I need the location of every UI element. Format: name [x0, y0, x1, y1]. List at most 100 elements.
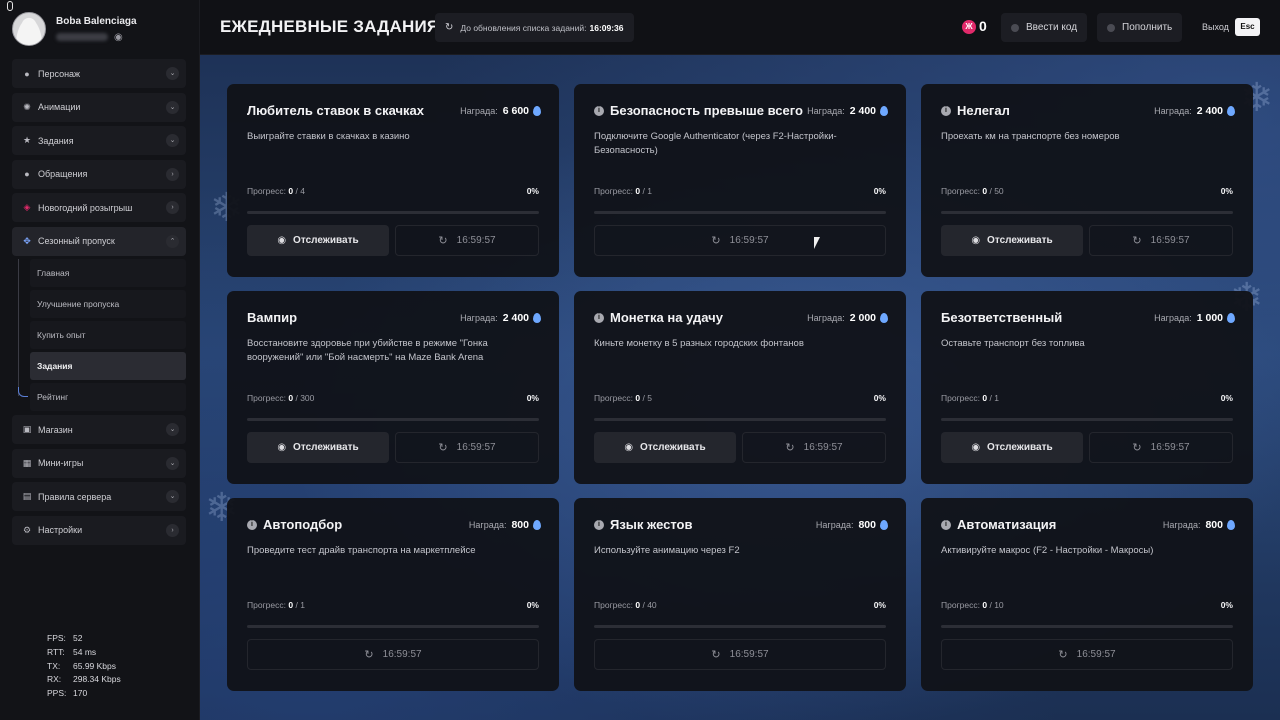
profile: Boba Balenciaga ◉ [12, 12, 137, 46]
submenu-line [18, 259, 19, 396]
eye-icon: ◉ [971, 442, 981, 453]
task-description: Подключите Google Authenticator (через F… [594, 131, 837, 156]
track-button[interactable]: ◉ Отслеживать [247, 432, 389, 463]
top-up-button[interactable]: Пополнить [1097, 13, 1183, 42]
submenu-item-main[interactable]: Главная [30, 259, 186, 287]
track-label: Отслеживать [640, 442, 706, 453]
gear-icon: ⚙ [22, 524, 32, 535]
enter-code-button[interactable]: Ввести код [1001, 13, 1088, 42]
submenu-item-tasks[interactable]: Задания [30, 352, 186, 380]
progress-total: / 300 [295, 393, 315, 403]
chevron-right-icon: › [166, 523, 179, 537]
progress-done: 0 [635, 186, 641, 196]
refresh-icon: ↻ [785, 442, 795, 454]
task-progress: Прогресс: 0 / 5 [594, 393, 652, 403]
task-title: Монетка на удачу [610, 310, 723, 325]
reward-label: Награда: [1154, 313, 1192, 323]
task-card: i Язык жестов Награда: 800 Используйте анима… [574, 498, 906, 691]
info-icon[interactable]: i [247, 519, 257, 530]
stat-key: RTT: [47, 646, 65, 657]
sidebar-item-tasks[interactable]: ★ Задания ⌄ [12, 126, 186, 155]
sidebar-item-minigames[interactable]: ▦ Мини-игры ⌄ [12, 448, 186, 478]
plus-icon [1107, 23, 1115, 32]
sidebar-item-giveaway[interactable]: ◈ Новогодний розыгрыш › [12, 193, 186, 222]
progress-done: 0 [635, 600, 641, 610]
submenu-item-rating[interactable]: Рейтинг [30, 383, 186, 411]
eye-icon: ◉ [971, 235, 981, 246]
sidebar-item-label: Анимации [38, 102, 81, 112]
track-button[interactable]: ◉ Отслеживать [594, 432, 736, 463]
chevron-right-icon: › [166, 201, 179, 214]
animation-icon: ✺ [23, 101, 31, 112]
task-title: Автоподбор [263, 517, 343, 532]
submenu-item-upgrade[interactable]: Улучшение пропуска [30, 290, 186, 318]
info-icon[interactable]: i [941, 105, 951, 116]
user-icon: ● [24, 68, 30, 79]
progress-bar [594, 211, 886, 214]
progress-done: 0 [982, 393, 988, 403]
submenu-item-buy-exp[interactable]: Купить опыт [30, 321, 186, 349]
task-title-row: Вампир [247, 310, 297, 325]
info-icon[interactable]: i [594, 519, 604, 530]
track-button[interactable]: ◉ Отслеживать [247, 225, 389, 256]
progress-done: 0 [982, 186, 988, 196]
eye-icon: ◉ [624, 442, 634, 453]
sidebar-item-animations[interactable]: ✺ Анимации ⌄ [12, 92, 186, 122]
drop-icon [533, 106, 541, 116]
eye-icon[interactable]: ◉ [114, 32, 123, 43]
task-title-row: Любитель ставок в скачках [247, 103, 424, 118]
task-timer: ↻ 16:59:57 [1089, 225, 1233, 256]
info-icon[interactable]: i [594, 312, 604, 323]
track-button[interactable]: ◉ Отслеживать [941, 432, 1083, 463]
drop-icon [1227, 106, 1235, 116]
task-timer: ↻ 16:59:57 [742, 432, 886, 463]
task-timer-value: 16:59:57 [1076, 649, 1116, 660]
progress-label: Прогресс: [247, 600, 286, 610]
sidebar-item-season-pass[interactable]: ✥ Сезонный пропуск ⌃ [12, 226, 186, 256]
task-title-row: i Автоподбор [247, 517, 342, 532]
chevron-down-icon: ⌄ [166, 67, 179, 80]
chevron-down-icon: ⌄ [166, 423, 179, 436]
progress-total: / 40 [642, 600, 657, 610]
refresh-icon: ↻ [445, 22, 454, 33]
task-reward: Награда: 1 000 [1154, 312, 1235, 324]
info-icon[interactable]: i [941, 519, 951, 530]
ticket-icon: ◈ [23, 202, 31, 212]
reward-label: Награда: [1154, 106, 1192, 116]
sidebar-item-character[interactable]: ● Персонаж ⌄ [12, 59, 186, 88]
sidebar-item-rules[interactable]: ▤ Правила сервера ⌄ [12, 482, 186, 511]
refresh-icon: ↻ [364, 649, 374, 661]
drop-icon [1227, 520, 1235, 530]
task-reward: Награда: 2 400 [1154, 105, 1235, 117]
task-timer: ↻ 16:59:57 [395, 225, 539, 256]
task-card: Вампир Награда: 2 400 Восстановите здоровье… [227, 291, 559, 484]
chevron-right-icon: › [166, 167, 179, 181]
drop-icon [880, 106, 888, 116]
sidebar-item-requests[interactable]: ● Обращения › [12, 159, 186, 189]
progress-total: / 1 [295, 600, 305, 610]
task-progress: Прогресс: 0 / 300 [247, 393, 314, 403]
info-icon[interactable]: i [594, 105, 604, 116]
task-title-row: i Язык жестов [594, 517, 693, 532]
progress-label: Прогресс: [594, 600, 633, 610]
sidebar-item-shop[interactable]: ▣ Магазин ⌄ [12, 415, 186, 444]
esc-key-button[interactable]: Esc [1235, 18, 1260, 36]
progress-total: / 50 [989, 186, 1004, 196]
progress-label: Прогресс: [941, 186, 980, 196]
task-card: i Безопасность превыше всего Награда: 2 400… [574, 84, 906, 277]
progress-bar [941, 625, 1233, 628]
task-title: Безответственный [941, 310, 1063, 325]
task-description: Активируйте макрос (F2 - Настройки - Мак… [941, 545, 1154, 556]
task-description: Используйте анимацию через F2 [594, 545, 740, 556]
task-progress: Прогресс: 0 / 10 [941, 600, 1004, 610]
exit-label[interactable]: Выход [1202, 22, 1229, 32]
sidebar-item-settings[interactable]: ⚙ Настройки › [12, 515, 186, 545]
track-button[interactable]: ◉ Отслеживать [941, 225, 1083, 256]
task-progress: Прогресс: 0 / 1 [247, 600, 305, 610]
reward-value: 800 [1205, 519, 1223, 531]
sidebar-item-label: Правила сервера [38, 491, 112, 502]
refresh-timer-label: До обновления списка заданий: [460, 22, 587, 33]
progress-total: / 10 [989, 600, 1004, 610]
task-description: Проведите тест драйв транспорта на марке… [247, 545, 476, 556]
task-reward: Награда: 2 400 [807, 105, 888, 117]
